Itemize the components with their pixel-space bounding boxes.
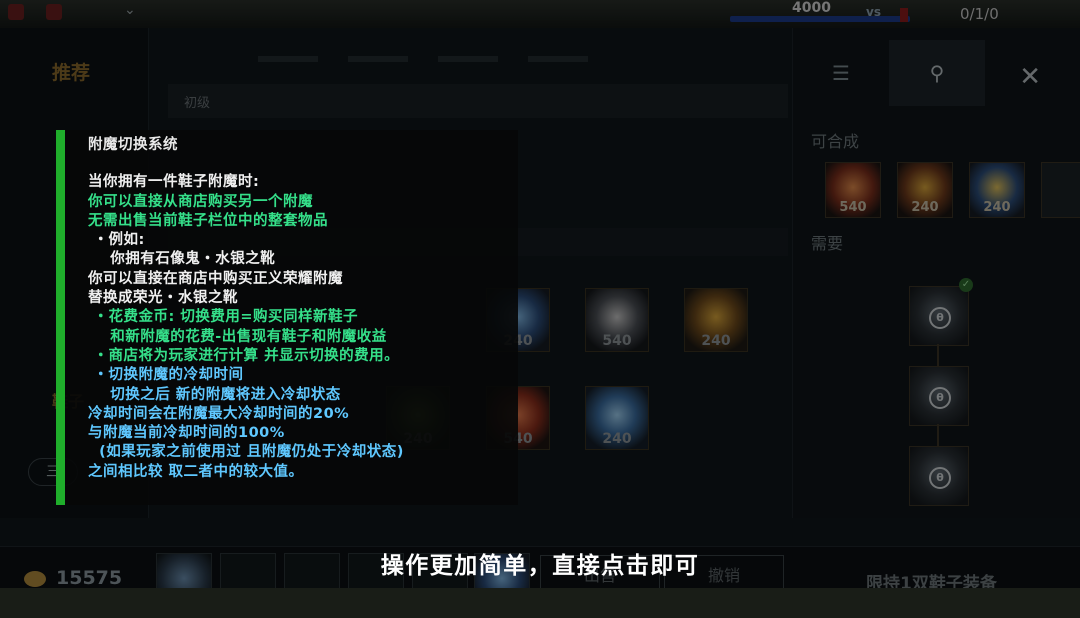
popup-line: 替换成荣光・水银之靴: [88, 290, 238, 307]
popup-line: 当你拥有一件鞋子附魔时:: [88, 174, 260, 191]
popup-line: ・例如:: [88, 232, 145, 249]
popup-line: 你拥有石像鬼・水银之靴: [88, 251, 276, 268]
popup-line: 与附魔当前冷却时间的100%: [88, 425, 285, 442]
popup-line: ・花费金币: 切换费用=购买同样新鞋子: [88, 309, 359, 326]
video-subtitle: 操作更加简单，直接点击即可: [380, 553, 700, 579]
popup-line: 冷却时间会在附魔最大冷却时间的20%: [88, 405, 350, 422]
popup-line: 无需出售当前鞋子栏位中的整套物品: [88, 212, 328, 229]
popup-line: 切换之后 新的附魔将进入冷却状态: [88, 386, 341, 403]
popup-line: ・商店将为玩家进行计算 并显示切换的费用。: [88, 347, 400, 364]
bottom-strip: [0, 588, 1080, 618]
popup-line: (如果玩家之前使用过 且附魔仍处于冷却状态): [88, 444, 404, 461]
popup-line: 你可以直接从商店购买另一个附魔: [88, 193, 313, 210]
popup-accent-bar: [56, 130, 65, 505]
popup-content: 附魔切换系统 当你拥有一件鞋子附魔时: 你可以直接从商店购买另一个附魔 无需出售…: [88, 136, 404, 482]
popup-line: 你可以直接在商店中购买正义荣耀附魔: [88, 270, 343, 287]
popup-line: ・切换附魔的冷却时间: [88, 367, 244, 384]
popup-title: 附魔切换系统: [88, 137, 178, 153]
popup-line: 之间相比较 取二者中的较大值。: [88, 463, 304, 480]
enchant-info-popup: 附魔切换系统 当你拥有一件鞋子附魔时: 你可以直接从商店购买另一个附魔 无需出售…: [56, 130, 518, 505]
popup-line: 和新附魔的花费-出售现有鞋子和附魔收益: [88, 328, 387, 345]
